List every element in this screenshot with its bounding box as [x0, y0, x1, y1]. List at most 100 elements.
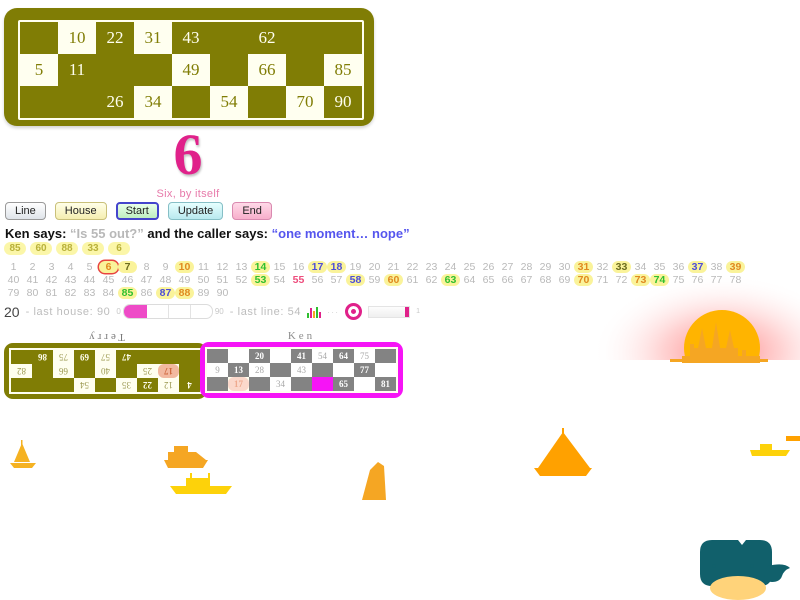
board-number[interactable]: 13 [232, 261, 251, 273]
ken-card-cell[interactable]: 17 [228, 377, 249, 391]
board-number[interactable]: 19 [346, 261, 365, 273]
update-button[interactable]: Update [167, 202, 224, 220]
main-card-cell[interactable]: 10 [58, 22, 96, 54]
board-number[interactable]: 45 [99, 274, 118, 286]
board-number-called[interactable]: 39 [726, 260, 745, 273]
board-number[interactable]: 75 [669, 274, 688, 286]
main-card-blank-cell[interactable] [172, 86, 210, 118]
progress-bar[interactable] [368, 305, 411, 318]
ken-card-cell[interactable]: 28 [249, 363, 270, 377]
board-number[interactable]: 84 [99, 287, 118, 299]
terry-card-cell[interactable]: 86 [32, 350, 53, 364]
board-number[interactable]: 89 [194, 287, 213, 299]
board-number[interactable]: 71 [593, 274, 612, 286]
board-number[interactable]: 86 [137, 287, 156, 299]
board-number-called[interactable]: 7 [118, 260, 137, 273]
board-number[interactable]: 28 [517, 261, 536, 273]
board-number[interactable]: 16 [289, 261, 308, 273]
board-number[interactable]: 44 [80, 274, 99, 286]
terry-card-blank-cell[interactable] [53, 378, 74, 392]
ken-card-blank-cell[interactable] [270, 349, 291, 363]
board-number[interactable]: 62 [422, 274, 441, 286]
board-number[interactable]: 68 [536, 274, 555, 286]
ken-card-blank-cell[interactable] [312, 363, 333, 377]
board-number[interactable]: 47 [137, 274, 156, 286]
main-card-cell[interactable]: 49 [172, 54, 210, 86]
board-number[interactable]: 57 [327, 274, 346, 286]
board-number[interactable]: 66 [498, 274, 517, 286]
terry-card-cell[interactable]: 69 [74, 350, 95, 364]
board-number[interactable]: 43 [61, 274, 80, 286]
player-card-ken[interactable]: Ken 20 41 54 64 75 9 13 28 43 77 17 34 65 81 [200, 330, 403, 398]
board-number[interactable]: 67 [517, 274, 536, 286]
main-card-cell[interactable]: 5 [20, 54, 58, 86]
board-number-called[interactable]: 37 [688, 260, 707, 273]
board-number[interactable]: 15 [270, 261, 289, 273]
terry-card-blank-cell[interactable] [116, 364, 137, 378]
ken-card-blank-cell[interactable] [207, 349, 228, 363]
terry-card-cell[interactable]: 82 [11, 364, 32, 378]
player-card-terry[interactable]: 4 12 22 35 54 17 25 40 66 82 47 57 69 75 86 Terry [4, 331, 207, 399]
board-number[interactable]: 61 [403, 274, 422, 286]
main-card-cell[interactable]: 43 [172, 22, 210, 54]
board-number[interactable]: 56 [308, 274, 327, 286]
board-number[interactable]: 48 [156, 274, 175, 286]
board-number[interactable]: 59 [365, 274, 384, 286]
board-number[interactable]: 21 [384, 261, 403, 273]
board-number[interactable]: 42 [42, 274, 61, 286]
main-card-blank-cell[interactable] [324, 22, 362, 54]
board-number[interactable]: 1 [4, 261, 23, 273]
board-number[interactable]: 54 [270, 274, 289, 286]
board-number[interactable]: 34 [631, 261, 650, 273]
board-number-called[interactable]: 55 [289, 274, 308, 286]
board-number[interactable]: 69 [555, 274, 574, 286]
ken-card-blank-cell[interactable] [354, 377, 375, 391]
ken-card-cell[interactable]: 54 [312, 349, 333, 363]
ken-card-cell[interactable]: 43 [291, 363, 312, 377]
main-card-cell[interactable]: 22 [96, 22, 134, 54]
board-number-called[interactable]: 58 [346, 273, 365, 286]
house-button[interactable]: House [54, 202, 107, 220]
board-number-called[interactable]: 31 [574, 260, 593, 273]
terry-card-blank-cell[interactable] [32, 378, 53, 392]
ken-card-blank-cell[interactable] [375, 363, 396, 377]
ken-card-cell[interactable]: 34 [270, 377, 291, 391]
board-number[interactable]: 24 [441, 261, 460, 273]
ken-card-cell[interactable]: 77 [354, 363, 375, 377]
ken-card-blank-cell[interactable] [312, 377, 333, 391]
board-number[interactable]: 81 [42, 287, 61, 299]
board-number[interactable]: 51 [213, 274, 232, 286]
main-card-cell[interactable]: 62 [248, 22, 286, 54]
board-number[interactable]: 26 [479, 261, 498, 273]
terry-card-cell[interactable]: 47 [116, 350, 137, 364]
board-number[interactable]: 72 [612, 274, 631, 286]
ken-card-blank-cell[interactable] [207, 377, 228, 391]
main-bingo-card[interactable]: 10 22 31 43 62 5 11 49 66 85 26 34 54 70 90 [4, 8, 374, 126]
board-number[interactable]: 11 [194, 261, 213, 273]
board-number-called[interactable]: 10 [175, 260, 194, 273]
donut-icon[interactable] [345, 303, 363, 320]
board-number[interactable]: 77 [707, 274, 726, 286]
board-number[interactable]: 41 [23, 274, 42, 286]
main-card-blank-cell[interactable] [210, 54, 248, 86]
main-card-cell[interactable]: 70 [286, 86, 324, 118]
terry-card-blank-cell[interactable] [11, 378, 32, 392]
main-card-cell[interactable]: 54 [210, 86, 248, 118]
main-card-blank-cell[interactable] [20, 86, 58, 118]
ken-card-cell[interactable]: 64 [333, 349, 354, 363]
ken-card-cell[interactable]: 20 [249, 349, 270, 363]
terry-card-blank-cell[interactable] [32, 364, 53, 378]
board-number[interactable]: 64 [460, 274, 479, 286]
board-number[interactable]: 23 [422, 261, 441, 273]
board-number[interactable]: 3 [42, 261, 61, 273]
main-card-blank-cell[interactable] [286, 54, 324, 86]
board-number-called[interactable]: 53 [251, 273, 270, 286]
house-slider[interactable]: 0 90 [116, 304, 224, 319]
ken-card-cell[interactable]: 41 [291, 349, 312, 363]
terry-card-cell[interactable]: 25 [137, 364, 158, 378]
terry-card-cell[interactable]: 12 [158, 378, 179, 392]
terry-card-cell[interactable]: 4 [179, 378, 200, 392]
terry-card-blank-cell[interactable] [95, 378, 116, 392]
main-card-blank-cell[interactable] [286, 22, 324, 54]
ken-card-blank-cell[interactable] [375, 349, 396, 363]
